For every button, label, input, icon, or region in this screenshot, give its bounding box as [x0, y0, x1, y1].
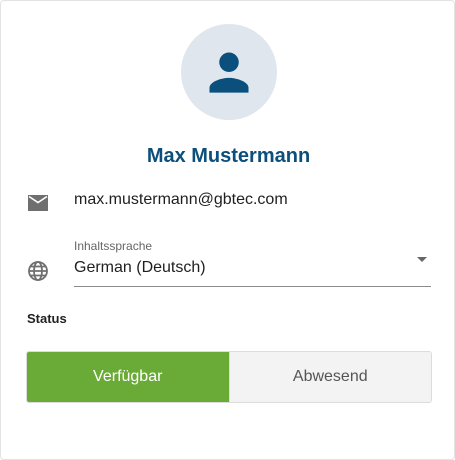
language-select[interactable]: Inhaltssprache German (Deutsch): [74, 237, 431, 287]
status-label: Status: [27, 311, 67, 326]
globe-icon: [26, 259, 50, 288]
status-toggle: Verfügbar Abwesend: [26, 351, 432, 403]
email-text: max.mustermann@gbtec.com: [74, 191, 288, 208]
status-away-button[interactable]: Abwesend: [228, 352, 431, 402]
person-icon: [209, 52, 249, 93]
mail-icon: [26, 191, 50, 220]
chevron-down-icon[interactable]: [417, 257, 427, 262]
language-select-value: German (Deutsch): [74, 259, 206, 276]
profile-card: Max Mustermann max.mustermann@gbtec.com …: [0, 0, 455, 460]
user-name: Max Mustermann: [146, 145, 311, 167]
avatar: [181, 24, 277, 120]
language-select-label: Inhaltssprache: [74, 239, 153, 253]
status-available-button[interactable]: Verfügbar: [27, 352, 229, 402]
